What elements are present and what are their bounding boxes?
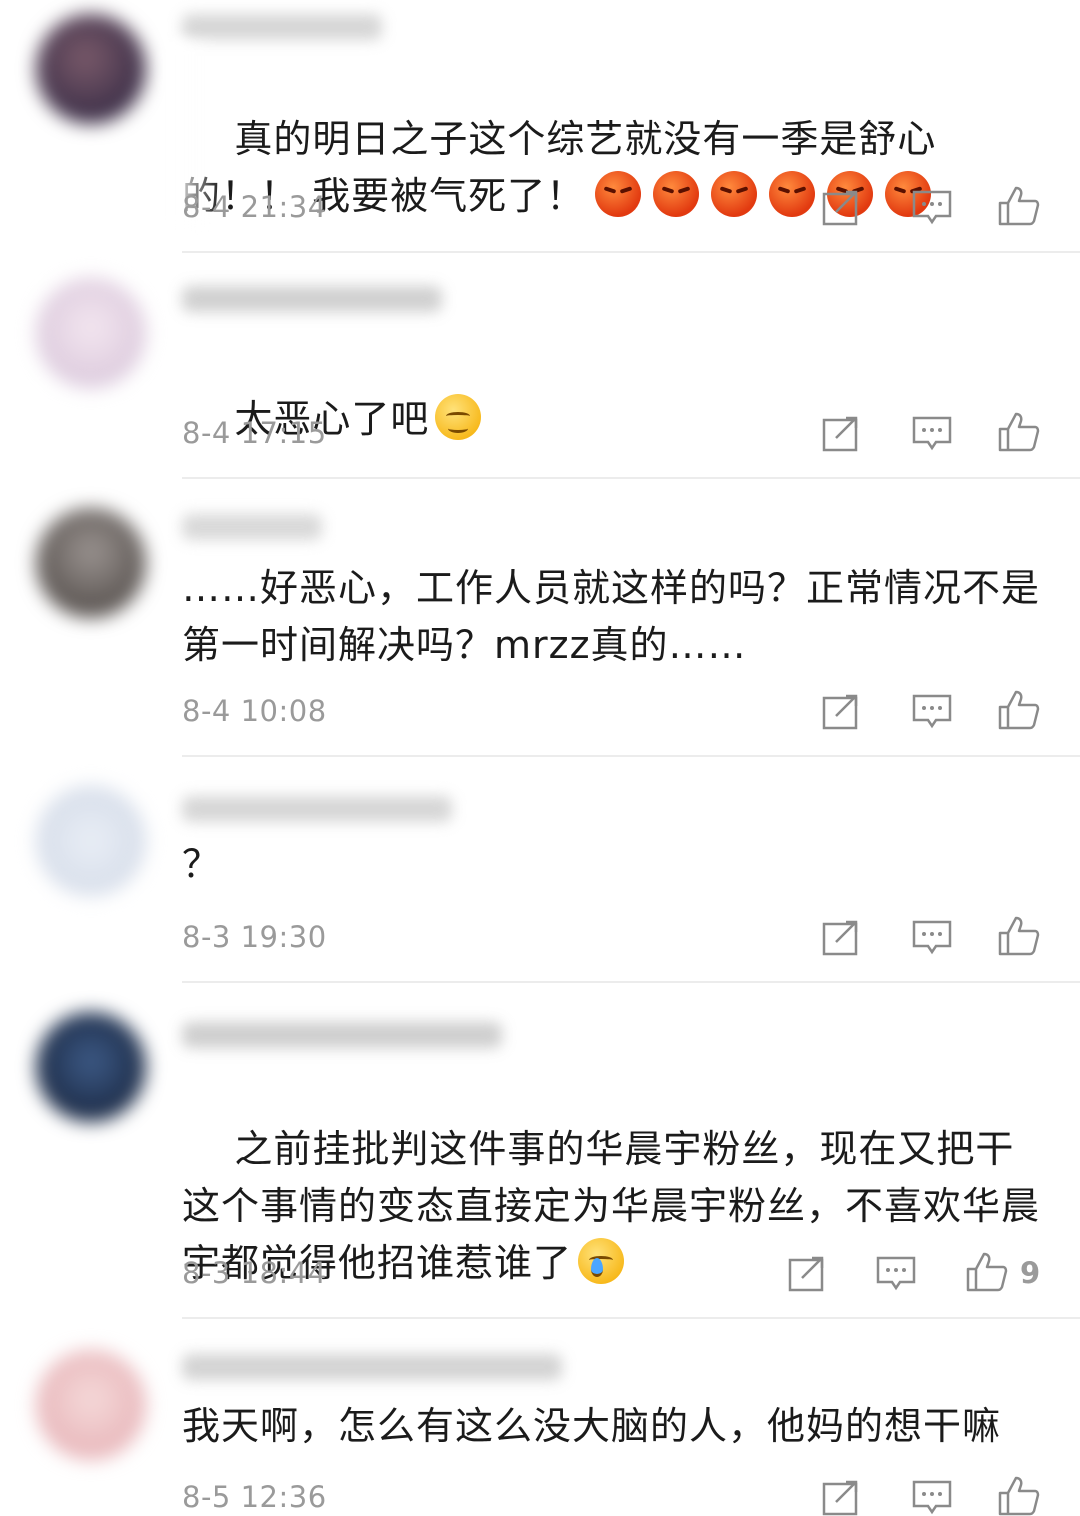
timestamp: 8-3 18:44 bbox=[182, 1256, 327, 1290]
comment-text: 之前挂批判这件事的华晨宇粉丝，现在又把干这个事情的变态直接定为华晨宇粉丝，不喜欢… bbox=[182, 1127, 1041, 1285]
username-blurred[interactable] bbox=[182, 14, 382, 40]
comment-item: ……好恶心，工作人员就这样的吗？正常情况不是第一时间解决吗？mrzz真的…… 8… bbox=[0, 478, 1080, 757]
like-count: 9 bbox=[1020, 1256, 1041, 1290]
reply-button[interactable] bbox=[876, 1256, 916, 1292]
like-icon bbox=[998, 1476, 1040, 1516]
share-button[interactable] bbox=[822, 694, 862, 730]
comment-text: 我天啊，怎么有这么没大脑的人，他妈的想干嘛 bbox=[182, 1404, 1002, 1448]
username-blurred[interactable] bbox=[182, 1022, 502, 1048]
like-button[interactable] bbox=[998, 916, 1040, 956]
reply-button[interactable] bbox=[912, 920, 952, 956]
comment-item: 之前挂批判这件事的华晨宇粉丝，现在又把干这个事情的变态直接定为华晨宇粉丝，不喜欢… bbox=[0, 982, 1080, 1319]
like-button[interactable] bbox=[998, 690, 1040, 730]
comment-icon bbox=[912, 920, 952, 955]
reply-button[interactable] bbox=[912, 694, 952, 730]
comment-icon bbox=[912, 1480, 952, 1515]
like-icon bbox=[998, 690, 1040, 730]
angry-face-icon bbox=[769, 171, 816, 217]
timestamp: 8-4 21:34 bbox=[182, 190, 327, 224]
share-icon bbox=[822, 920, 858, 956]
timestamp: 8-3 19:30 bbox=[182, 920, 327, 954]
comment-item: 真的明日之子这个综艺就没有一季是舒心的！！ 我要被气死了！ 8-4 21:34 bbox=[0, 0, 1080, 253]
like-icon bbox=[998, 916, 1040, 956]
like-icon bbox=[966, 1252, 1008, 1292]
dizzy-face-icon bbox=[435, 394, 482, 440]
sweat-face-icon bbox=[578, 1238, 625, 1284]
reply-button[interactable] bbox=[912, 416, 952, 452]
avatar[interactable] bbox=[36, 508, 146, 618]
comment-item: 太恶心了吧 8-4 17:15 bbox=[0, 252, 1080, 479]
share-button[interactable] bbox=[822, 920, 862, 956]
avatar[interactable] bbox=[36, 786, 146, 896]
emoji-row bbox=[595, 168, 943, 225]
timestamp: 8-4 17:15 bbox=[182, 416, 327, 450]
avatar[interactable] bbox=[36, 1012, 146, 1122]
like-button[interactable] bbox=[966, 1252, 1008, 1292]
username-blurred[interactable] bbox=[182, 796, 452, 822]
share-icon bbox=[788, 1256, 824, 1292]
timestamp: 8-4 10:08 bbox=[182, 694, 327, 728]
username-blurred[interactable] bbox=[182, 514, 322, 540]
share-icon bbox=[822, 416, 858, 452]
angry-face-icon bbox=[595, 171, 642, 217]
username-blurred[interactable] bbox=[182, 1354, 562, 1380]
share-button[interactable] bbox=[822, 1480, 862, 1516]
like-icon bbox=[998, 412, 1040, 452]
like-icon bbox=[998, 186, 1040, 226]
share-icon bbox=[822, 694, 858, 730]
comment-text: 真的明日之子这个综艺就没有一季是舒心的！！ 我要被气死了！ bbox=[182, 54, 1052, 282]
comment-text: ？ bbox=[182, 842, 222, 886]
avatar[interactable] bbox=[36, 14, 146, 124]
share-button[interactable] bbox=[822, 416, 862, 452]
comment-item: 我天啊，怎么有这么没大脑的人，他妈的想干嘛 8-5 12:36 bbox=[0, 1318, 1080, 1516]
like-button[interactable] bbox=[998, 1476, 1040, 1516]
comment-icon bbox=[912, 694, 952, 729]
comment-icon bbox=[912, 190, 952, 225]
reply-button[interactable] bbox=[912, 190, 952, 226]
like-button[interactable] bbox=[998, 186, 1040, 226]
like-button[interactable] bbox=[998, 412, 1040, 452]
comment-icon bbox=[912, 416, 952, 451]
timestamp: 8-5 12:36 bbox=[182, 1480, 327, 1514]
reply-button[interactable] bbox=[912, 1480, 952, 1516]
share-icon bbox=[822, 1480, 858, 1516]
username-blurred[interactable] bbox=[182, 286, 442, 312]
angry-face-icon bbox=[711, 171, 758, 217]
avatar[interactable] bbox=[36, 278, 146, 388]
comment-item: ？ 8-3 19:30 bbox=[0, 756, 1080, 983]
comment-text: ……好恶心，工作人员就这样的吗？正常情况不是第一时间解决吗？mrzz真的…… bbox=[182, 566, 1041, 667]
comment-icon bbox=[876, 1256, 916, 1291]
share-button[interactable] bbox=[822, 190, 862, 226]
angry-face-icon bbox=[653, 171, 700, 217]
share-button[interactable] bbox=[788, 1256, 828, 1292]
share-icon bbox=[822, 190, 858, 226]
avatar[interactable] bbox=[36, 1350, 146, 1460]
